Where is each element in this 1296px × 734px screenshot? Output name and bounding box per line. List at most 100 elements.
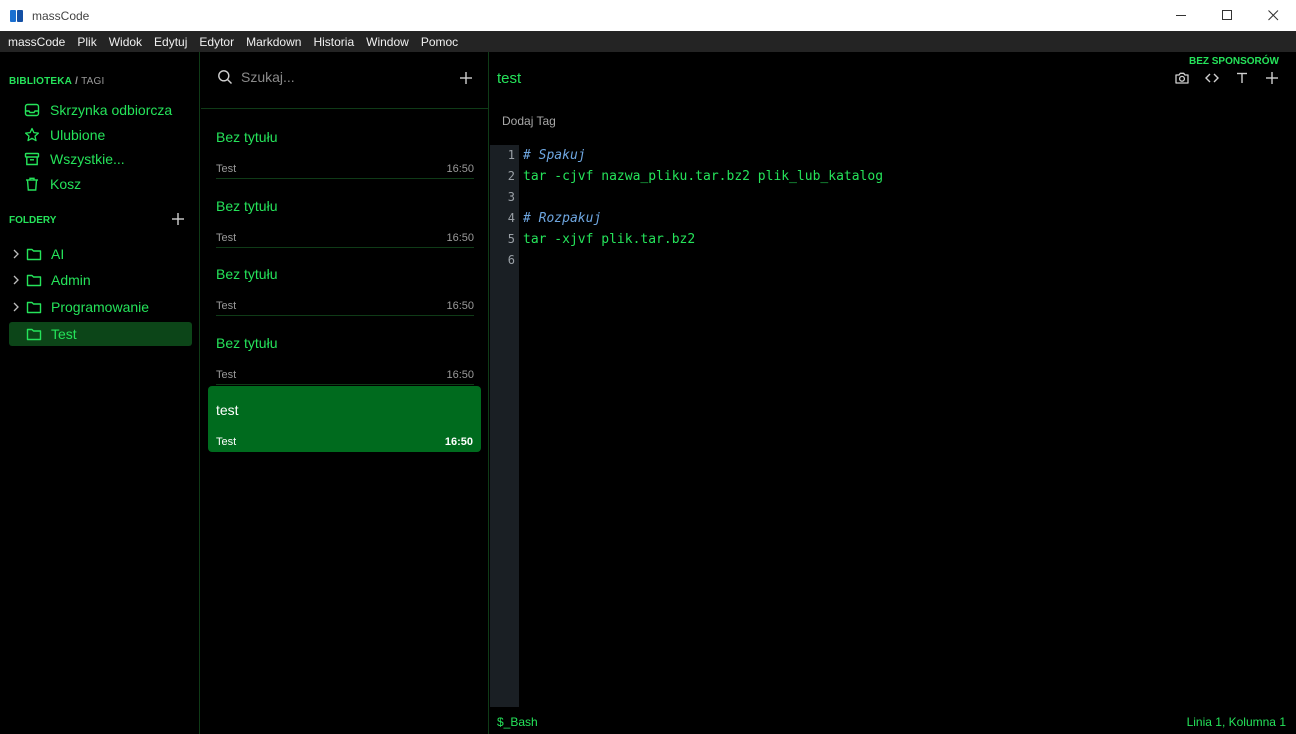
sidebar-item-label: Wszystkie... xyxy=(50,151,125,167)
snippet-list: Szukaj... Bez tytułu Test 16:50 Bez tytu… xyxy=(201,52,489,734)
snippet-item-active[interactable]: test Test 16:50 xyxy=(208,386,481,452)
menu-masscode[interactable]: massCode xyxy=(2,35,71,49)
sidebar-item-favorites[interactable]: Ulubione xyxy=(24,124,105,146)
maximize-button[interactable] xyxy=(1204,0,1250,31)
chevron-right-icon[interactable] xyxy=(9,249,23,259)
line-number-gutter: 1 2 3 4 5 6 xyxy=(490,145,519,707)
menu-bar: massCode Plik Widok Edytuj Edytor Markdo… xyxy=(0,31,1296,52)
sidebar-item-label: Skrzynka odbiorcza xyxy=(50,102,173,118)
text-format-icon[interactable] xyxy=(1234,70,1250,86)
menu-historia[interactable]: Historia xyxy=(307,35,360,49)
menu-widok[interactable]: Widok xyxy=(103,35,148,49)
folder-item-ai[interactable]: AI xyxy=(9,242,192,266)
code-line[interactable]: tar -cjvf nazwa_pliku.tar.bz2 plik_lub_k… xyxy=(523,166,1296,187)
snippet-item[interactable]: Bez tytułu Test 16:50 xyxy=(216,250,474,316)
add-snippet-icon[interactable] xyxy=(458,70,474,86)
code-line[interactable]: tar -xjvf plik.tar.bz2 xyxy=(523,229,1296,250)
list-divider xyxy=(201,108,489,109)
snippet-name: Bez tytułu xyxy=(216,129,278,145)
folder-label: AI xyxy=(51,246,65,262)
snippet-folder: Test xyxy=(216,436,237,448)
chevron-right-icon[interactable] xyxy=(9,275,23,285)
snippet-name: Bez tytułu xyxy=(216,266,278,282)
editor-pane: BEZ SPONSORÓW test Dodaj Tag 1 2 3 4 5 6… xyxy=(490,52,1296,734)
maximize-icon xyxy=(1221,10,1232,20)
sidebar-item-all[interactable]: Wszystkie... xyxy=(24,148,125,170)
chevron-right-icon[interactable] xyxy=(9,302,23,312)
code-line[interactable]: # Spakuj xyxy=(523,145,1296,166)
window-title: massCode xyxy=(32,8,90,23)
line-number: 1 xyxy=(507,148,515,162)
sidebar: BIBLIOTEKA / TAGI Skrzynka odbiorcza Ulubi… xyxy=(0,52,200,734)
language-selector[interactable]: $_Bash xyxy=(497,715,538,729)
folder-item-admin[interactable]: Admin xyxy=(9,268,192,292)
code-line[interactable] xyxy=(523,187,1296,208)
trash-icon xyxy=(26,177,38,191)
folders-header: FOLDERY xyxy=(9,215,57,226)
menu-markdown[interactable]: Markdown xyxy=(240,35,307,49)
code-line[interactable]: # Rozpakuj xyxy=(523,208,1296,229)
snippet-folder: Test xyxy=(216,300,237,312)
line-number: 5 xyxy=(507,232,515,246)
snippet-folder: Test xyxy=(216,369,237,381)
search-input[interactable]: Szukaj... xyxy=(241,69,295,85)
minimize-button[interactable] xyxy=(1158,0,1204,31)
library-tab[interactable]: BIBLIOTEKA xyxy=(9,76,72,87)
folder-item-test[interactable]: Test xyxy=(9,322,192,346)
code-line[interactable] xyxy=(523,250,1296,271)
snippet-item[interactable]: Bez tytułu Test 16:50 xyxy=(216,319,474,385)
snippet-title-input[interactable]: test xyxy=(497,70,521,87)
sidebar-item-trash[interactable]: Kosz xyxy=(24,173,81,195)
folder-icon xyxy=(26,274,42,287)
cursor-position: Linia 1, Kolumna 1 xyxy=(1186,715,1286,729)
menu-edytor[interactable]: Edytor xyxy=(193,35,240,49)
camera-icon[interactable] xyxy=(1174,70,1190,86)
folder-label: Test xyxy=(51,326,77,342)
line-number: 2 xyxy=(507,169,515,183)
add-tag-input[interactable]: Dodaj Tag xyxy=(502,114,556,128)
star-icon xyxy=(24,127,40,142)
snippet-item[interactable]: Bez tytułu Test 16:50 xyxy=(216,182,474,248)
line-number: 3 xyxy=(507,190,515,204)
menu-pomoc[interactable]: Pomoc xyxy=(415,35,464,49)
archive-icon xyxy=(24,152,40,166)
code-icon[interactable] xyxy=(1204,70,1220,86)
add-fragment-icon[interactable] xyxy=(1264,70,1280,86)
inbox-icon xyxy=(24,103,40,117)
snippet-time: 16:50 xyxy=(446,163,474,175)
menu-plik[interactable]: Plik xyxy=(71,35,102,49)
code-editor[interactable]: # Spakuj tar -cjvf nazwa_pliku.tar.bz2 p… xyxy=(523,145,1296,271)
snippet-time: 16:50 xyxy=(446,369,474,381)
snippet-folder: Test xyxy=(216,163,237,175)
tags-tab[interactable]: TAGI xyxy=(81,76,104,87)
sidebar-item-inbox[interactable]: Skrzynka odbiorcza xyxy=(24,99,172,121)
snippet-time: 16:50 xyxy=(444,436,473,448)
folder-icon xyxy=(26,301,42,314)
editor-toolbar xyxy=(1160,70,1280,86)
folder-label: Programowanie xyxy=(51,299,150,315)
search-box[interactable]: Szukaj... xyxy=(217,69,295,85)
title-bar: massCode xyxy=(0,0,1296,31)
snippet-name: test xyxy=(216,402,239,418)
menu-edytuj[interactable]: Edytuj xyxy=(148,35,193,49)
search-icon xyxy=(218,70,232,84)
sidebar-item-label: Ulubione xyxy=(50,127,106,143)
folder-icon xyxy=(26,328,42,341)
snippet-item[interactable]: Bez tytułu Test 16:50 xyxy=(216,113,474,179)
folder-icon xyxy=(26,248,42,261)
snippet-time: 16:50 xyxy=(446,232,474,244)
line-number: 4 xyxy=(507,211,515,225)
close-button[interactable] xyxy=(1250,0,1296,31)
library-header: BIBLIOTEKA / TAGI xyxy=(9,76,105,87)
minimize-icon xyxy=(1175,15,1186,16)
snippet-time: 16:50 xyxy=(446,300,474,312)
folder-item-programowanie[interactable]: Programowanie xyxy=(9,295,192,319)
add-folder-icon[interactable] xyxy=(170,211,186,227)
folder-label: Admin xyxy=(51,272,91,288)
sponsor-badge[interactable]: BEZ SPONSORÓW xyxy=(1189,56,1279,67)
snippet-name: Bez tytułu xyxy=(216,198,278,214)
menu-window[interactable]: Window xyxy=(360,35,415,49)
close-icon xyxy=(1267,10,1278,21)
snippet-name: Bez tytułu xyxy=(216,335,278,351)
line-number: 6 xyxy=(507,253,515,267)
